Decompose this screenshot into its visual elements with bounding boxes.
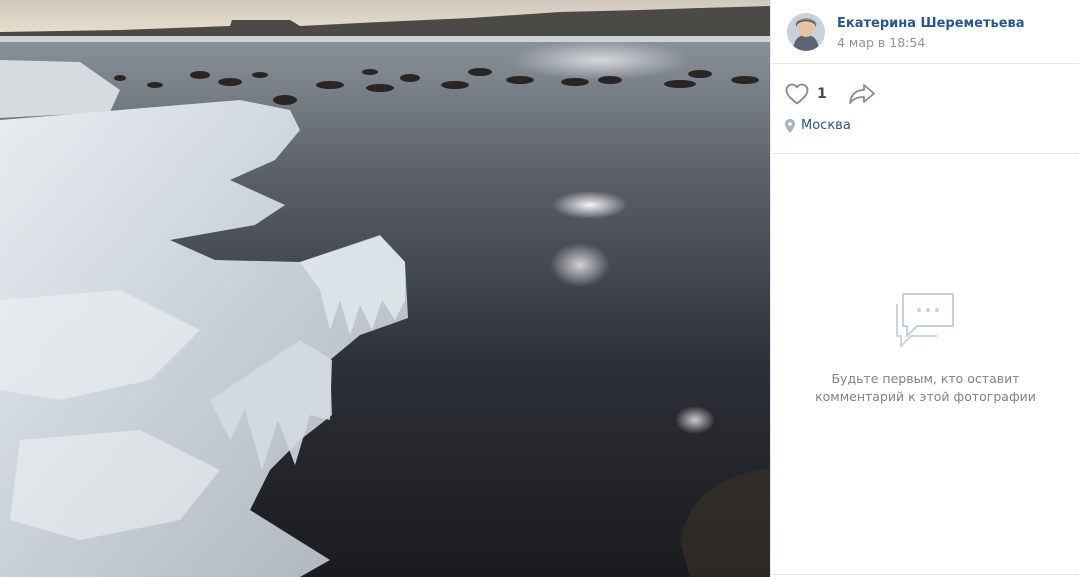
empty-comments-line-2: комментарий к этой фотографии [815, 389, 1036, 404]
share-button[interactable] [848, 82, 876, 106]
photo-image [0, 0, 770, 577]
heart-outline-icon [785, 83, 809, 105]
location-link[interactable]: Москва [785, 118, 851, 133]
like-count: 1 [817, 86, 827, 102]
post-date[interactable]: 4 мар в 18:54 [837, 35, 925, 50]
photo-sidebar: Екатерина Шереметьева 4 мар в 18:54 1 Мо… [770, 0, 1079, 577]
author-name-link[interactable]: Екатерина Шереметьева [837, 16, 1025, 31]
empty-comments-text: Будьте первым, кто оставит комментарий к… [801, 370, 1050, 406]
divider [771, 574, 1079, 575]
speech-bubble-icon [896, 293, 954, 347]
comments-empty-state: Будьте первым, кто оставит комментарий к… [771, 154, 1079, 577]
share-arrow-icon [849, 84, 875, 104]
author-header: Екатерина Шереметьева 4 мар в 18:54 [771, 0, 1079, 64]
author-avatar[interactable] [787, 13, 825, 51]
empty-comments-line-1: Будьте первым, кто оставит [831, 371, 1020, 386]
photo-viewer[interactable] [0, 0, 770, 577]
post-actions: 1 Москва [771, 64, 1079, 154]
like-button[interactable]: 1 [785, 82, 827, 106]
location-name: Москва [801, 118, 851, 133]
map-pin-icon [785, 118, 795, 133]
